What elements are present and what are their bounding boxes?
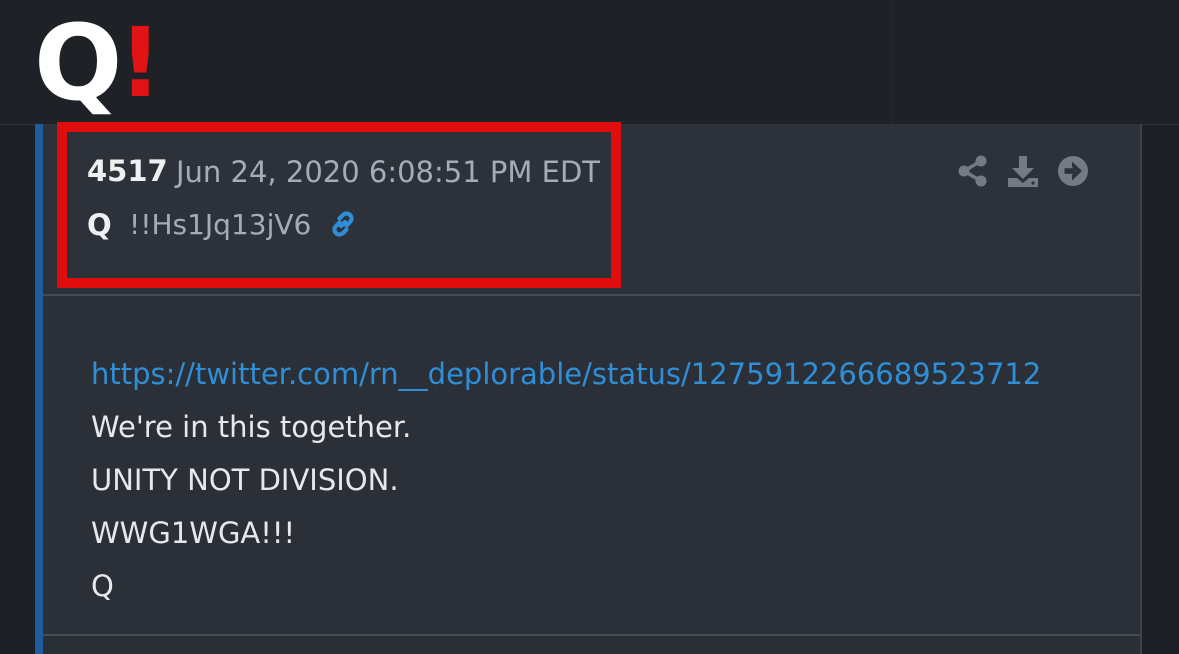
header-bar: Q ! <box>0 0 1179 125</box>
site-logo[interactable]: Q ! <box>34 2 163 124</box>
post-line-3: WWG1WGA!!! <box>91 516 296 550</box>
page: Q ! 4517 Jun 24, 2020 6:08:51 PM EDT Q !… <box>0 0 1179 654</box>
logo-exclaim: ! <box>118 7 163 119</box>
header-divider <box>892 0 893 124</box>
post-message: https://twitter.com/rn__deplorable/statu… <box>91 348 1041 613</box>
post-line-4: Q <box>91 569 114 603</box>
post-card: 4517 Jun 24, 2020 6:08:51 PM EDT Q !!Hs1… <box>43 122 1142 654</box>
download-icon[interactable] <box>1007 154 1039 188</box>
post-header: 4517 Jun 24, 2020 6:08:51 PM EDT Q !!Hs1… <box>43 122 1140 296</box>
post-actions <box>957 154 1089 188</box>
post-line-2: UNITY NOT DIVISION. <box>91 463 399 497</box>
post-accent-bar <box>35 124 43 654</box>
forward-arrow-icon[interactable] <box>1057 154 1089 188</box>
highlight-box <box>57 122 621 288</box>
share-icon[interactable] <box>957 154 989 188</box>
post-url-link[interactable]: https://twitter.com/rn__deplorable/statu… <box>91 348 1041 401</box>
post-body: https://twitter.com/rn__deplorable/statu… <box>43 296 1140 636</box>
post-line-1: We're in this together. <box>91 410 412 444</box>
logo-letter: Q <box>34 2 122 124</box>
